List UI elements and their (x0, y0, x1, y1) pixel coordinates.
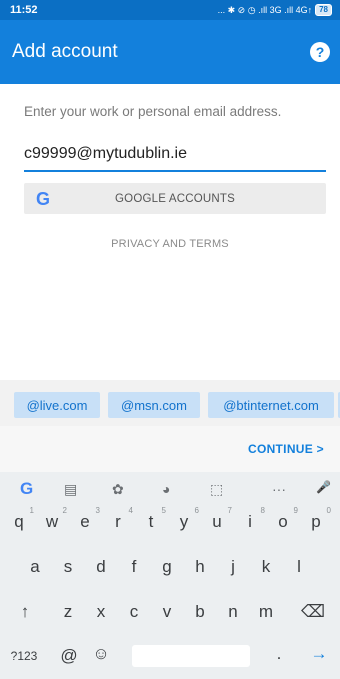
page-title: Add account (12, 41, 118, 62)
status-indicators: ... ✱ ⊘ ◷ .ıll 3G .ıll 4G↑ (217, 4, 313, 15)
key-c[interactable]: c (119, 602, 149, 622)
status-time: 11:52 (10, 4, 38, 16)
keyboard-google-icon[interactable]: G (20, 479, 33, 499)
key-s[interactable]: s (53, 557, 83, 577)
help-icon[interactable]: ? (310, 42, 330, 62)
key-y[interactable]: y6 (169, 506, 199, 532)
continue-bar: CONTINUE > (0, 426, 340, 472)
key-g[interactable]: g (152, 557, 182, 577)
key-j[interactable]: j (218, 557, 248, 577)
key-d[interactable]: d (86, 557, 116, 577)
settings-icon[interactable]: ✿ (112, 481, 124, 498)
key-r[interactable]: r4 (103, 506, 133, 532)
shift-key[interactable]: ↑ (10, 602, 40, 622)
suggestion-chip-msn[interactable]: @msn.com (108, 392, 200, 418)
key-o[interactable]: o9 (268, 506, 298, 532)
status-bar: 11:52 ... ✱ ⊘ ◷ .ıll 3G .ıll 4G↑ 78 (0, 0, 340, 20)
privacy-and-terms-link[interactable]: PRIVACY AND TERMS (0, 238, 340, 250)
key-l[interactable]: l (284, 557, 314, 577)
space-key[interactable] (132, 645, 250, 667)
keyboard: G ▤ ✿ ◕ ⬚ ··· 🎤 q1 w2 e3 r4 t5 y6 u7 i8 … (0, 472, 340, 679)
email-input[interactable] (24, 138, 326, 172)
key-q[interactable]: q1 (4, 506, 34, 532)
google-accounts-button[interactable]: G GOOGLE ACCOUNTS (24, 183, 326, 214)
mic-off-icon[interactable]: 🎤 (316, 480, 331, 494)
key-v[interactable]: v (152, 602, 182, 622)
backspace-key[interactable]: ⌫ (298, 602, 328, 622)
key-e[interactable]: e3 (70, 506, 100, 532)
symbols-key[interactable]: ?123 (6, 649, 42, 663)
enter-key[interactable]: → (304, 644, 334, 664)
key-k[interactable]: k (251, 557, 281, 577)
suggestion-chip-live[interactable]: @live.com (14, 392, 100, 418)
suggestion-chip-btinternet[interactable]: @btinternet.com (208, 392, 334, 418)
at-key[interactable]: @ (54, 646, 84, 666)
key-t[interactable]: t5 (136, 506, 166, 532)
key-w[interactable]: w2 (37, 506, 67, 532)
google-icon: G (36, 189, 51, 209)
status-icons: ... ✱ ⊘ ◷ .ıll 3G .ıll 4G↑ 78 (218, 4, 332, 16)
key-h[interactable]: h (185, 557, 215, 577)
key-u[interactable]: u7 (202, 506, 232, 532)
theme-icon[interactable]: ◕ (162, 481, 170, 497)
key-n[interactable]: n (218, 602, 248, 622)
screenshot-icon[interactable]: ⬚ (210, 481, 223, 498)
email-prompt: Enter your work or personal email addres… (24, 104, 282, 119)
domain-suggestions: @live.com @msn.com @btinternet.com (0, 380, 340, 426)
keyboard-toolbar: G ▤ ✿ ◕ ⬚ ··· 🎤 (0, 472, 340, 506)
emoji-key[interactable]: ☺ (86, 644, 116, 664)
key-f[interactable]: f (119, 557, 149, 577)
continue-button[interactable]: CONTINUE > (248, 442, 324, 456)
google-accounts-label: GOOGLE ACCOUNTS (115, 192, 235, 205)
period-key[interactable]: . (264, 644, 294, 664)
battery-icon: 78 (315, 4, 332, 16)
key-a[interactable]: a (20, 557, 50, 577)
clipboard-icon[interactable]: ▤ (64, 481, 77, 498)
key-x[interactable]: x (86, 602, 116, 622)
key-b[interactable]: b (185, 602, 215, 622)
more-icon[interactable]: ··· (272, 481, 286, 497)
key-z[interactable]: z (53, 602, 83, 622)
key-m[interactable]: m (251, 602, 281, 622)
key-i[interactable]: i8 (235, 506, 265, 532)
key-p[interactable]: p0 (301, 506, 331, 532)
app-bar: Add account ? (0, 20, 340, 84)
